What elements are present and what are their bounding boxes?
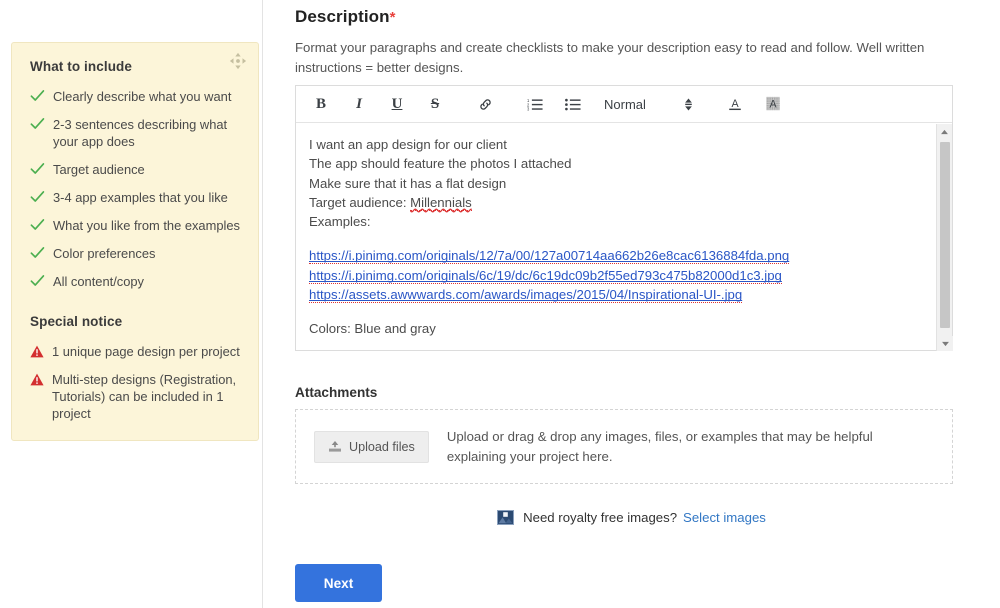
- what-to-include-list: Clearly describe what you want 2-3 sente…: [30, 88, 242, 290]
- tips-panel: What to include Clearly describe what yo…: [11, 42, 259, 442]
- sidebar: What to include Clearly describe what yo…: [0, 0, 263, 608]
- list-item: 3-4 app examples that you like: [30, 189, 242, 206]
- page-title-text: Description: [295, 7, 390, 26]
- check-icon: [30, 274, 45, 288]
- scroll-up-arrow-icon[interactable]: [937, 124, 952, 139]
- example-url-link[interactable]: https://assets.awwwards.com/awards/image…: [309, 286, 743, 303]
- svg-text:A: A: [731, 98, 739, 110]
- list-item: 1 unique page design per project: [30, 343, 242, 360]
- list-item: Target audience: [30, 161, 242, 178]
- upload-icon: [328, 440, 342, 453]
- list-item: Color preferences: [30, 245, 242, 262]
- list-item: What you like from the examples: [30, 217, 242, 234]
- page-title: Description*: [295, 7, 396, 27]
- text-color-icon[interactable]: A: [724, 91, 746, 117]
- attachments-dropzone[interactable]: Upload files Upload or drag & drop any i…: [295, 409, 953, 484]
- special-notice-heading: Special notice: [30, 314, 123, 330]
- check-icon: [30, 162, 45, 176]
- target-audience-value: Millennials: [410, 194, 472, 211]
- list-item: Multi-step designs (Registration, Tutori…: [30, 371, 242, 422]
- editor-url-line: https://i.pinimg.com/originals/6c/19/dc/…: [309, 266, 952, 285]
- description-subtitle: Format your paragraphs and create checkl…: [295, 40, 925, 76]
- list-item: All content/copy: [30, 273, 242, 290]
- next-button[interactable]: Next: [295, 564, 382, 602]
- royalty-free-images-row: Need royalty free images? Select images: [263, 510, 1000, 525]
- list-item-label: All content/copy: [53, 274, 145, 290]
- select-images-link[interactable]: Select images: [683, 510, 766, 525]
- editor-toolbar: B I U S 123 Normal A A: [296, 86, 952, 123]
- target-audience-label: Target audience:: [309, 194, 411, 210]
- upload-files-button[interactable]: Upload files: [314, 430, 429, 463]
- svg-text:3: 3: [527, 106, 530, 111]
- main-content: Description* Format your paragraphs and …: [263, 0, 1000, 608]
- check-icon: [30, 218, 45, 232]
- list-item-label: What you like from the examples: [53, 218, 240, 234]
- editor-line-target-audience: Target audience: Millennials: [309, 193, 952, 212]
- scroll-down-arrow-icon[interactable]: [937, 336, 953, 351]
- strikethrough-button[interactable]: S: [424, 91, 446, 117]
- list-item-label: 1 unique page design per project: [52, 344, 240, 360]
- editor-url-line: https://i.pinimg.com/originals/12/7a/00/…: [309, 246, 952, 265]
- editor-line: I want an app design for our client: [309, 137, 507, 152]
- what-to-include-heading: What to include: [30, 59, 132, 74]
- special-notice-list: 1 unique page design per project Multi-s…: [30, 343, 242, 422]
- scrollbar-thumb[interactable]: [940, 142, 950, 328]
- example-url-link[interactable]: https://i.pinimg.com/originals/6c/19/dc/…: [309, 267, 782, 284]
- bold-button[interactable]: B: [310, 91, 332, 117]
- list-item-label: Multi-step designs (Registration, Tutori…: [52, 372, 237, 422]
- paragraph-style-select[interactable]: Normal: [604, 97, 646, 112]
- check-icon: [30, 190, 45, 204]
- ordered-list-icon[interactable]: 123: [524, 91, 546, 117]
- move-handle-icon[interactable]: [229, 52, 247, 70]
- list-item-label: Target audience: [53, 162, 145, 178]
- royalty-question-text: Need royalty free images?: [523, 510, 678, 525]
- example-url-link[interactable]: https://i.pinimg.com/originals/12/7a/00/…: [309, 248, 790, 265]
- description-editor[interactable]: B I U S 123 Normal A A I want an app des…: [295, 85, 953, 351]
- editor-line: Make sure that it has a flat design: [309, 175, 507, 191]
- warning-triangle-icon: [30, 345, 44, 358]
- list-item: Clearly describe what you want: [30, 88, 242, 105]
- underline-button[interactable]: U: [386, 91, 408, 117]
- link-icon[interactable]: [474, 91, 496, 117]
- upload-files-label: Upload files: [349, 439, 415, 454]
- list-item: 2-3 sentences describing what your app d…: [30, 116, 242, 150]
- bullet-list-icon[interactable]: [562, 91, 584, 117]
- editor-line-examples: Examples:: [309, 214, 371, 230]
- required-asterisk: *: [389, 9, 396, 26]
- check-icon: [30, 89, 45, 103]
- photo-icon: [497, 510, 515, 525]
- attachments-hint: Upload or drag & drop any images, files,…: [446, 428, 873, 464]
- italic-button[interactable]: I: [348, 91, 370, 117]
- highlight-color-icon[interactable]: A: [762, 91, 784, 117]
- check-icon: [30, 117, 45, 131]
- editor-line-colors: Colors: Blue and gray: [309, 321, 436, 337]
- description-text-area[interactable]: I want an app design for our client The …: [296, 123, 952, 351]
- updown-arrows-icon[interactable]: [678, 97, 700, 112]
- list-item-label: Color preferences: [53, 246, 156, 262]
- editor-url-line: https://assets.awwwards.com/awards/image…: [309, 285, 952, 304]
- check-icon: [30, 246, 45, 260]
- list-item-label: 3-4 app examples that you like: [53, 190, 228, 206]
- warning-triangle-icon: [30, 373, 44, 386]
- svg-text:A: A: [769, 99, 777, 111]
- list-item-label: 2-3 sentences describing what your app d…: [53, 117, 228, 150]
- attachments-title: Attachments: [295, 385, 378, 400]
- editor-vertical-scrollbar[interactable]: [936, 124, 953, 351]
- list-item-label: Clearly describe what you want: [53, 89, 232, 104]
- editor-line: The app should feature the photos I atta…: [309, 156, 572, 172]
- project-brief-description-page: What to include Clearly describe what yo…: [0, 0, 1000, 608]
